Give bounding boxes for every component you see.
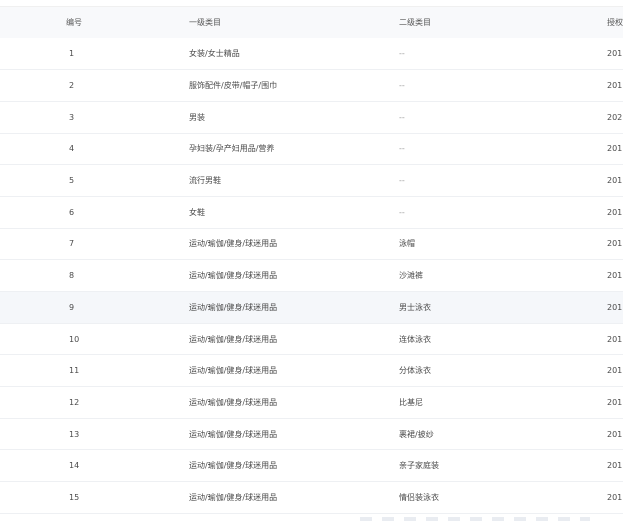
cell-level2-category: 裹裙/披纱: [399, 429, 434, 439]
table-row[interactable]: 15 运动/瑜伽/健身/球迷用品 情侣装泳衣 201: [0, 482, 623, 514]
cell-level2-category: --: [399, 144, 405, 154]
cell-level2-category: 沙滩裤: [399, 271, 423, 281]
cell-id: 9: [69, 302, 75, 312]
table-row[interactable]: 1 女装/女士精品 -- 201: [0, 38, 623, 70]
table-row[interactable]: 5 流行男鞋 -- 201: [0, 165, 623, 197]
cell-level1-category: 女装/女士精品: [189, 49, 240, 59]
cell-authorization: 201: [607, 49, 623, 59]
cell-level2-category: 比基尼: [399, 397, 423, 407]
cell-level2-category: --: [399, 49, 405, 59]
cell-id: 7: [69, 239, 75, 249]
cell-level2-category: --: [399, 176, 405, 186]
cell-authorization: 201: [607, 334, 623, 344]
table-row[interactable]: 14 运动/瑜伽/健身/球迷用品 亲子家庭装 201: [0, 450, 623, 482]
cell-id: 10: [69, 334, 80, 344]
cell-id: 11: [69, 366, 80, 376]
cell-level2-category: --: [399, 112, 405, 122]
cell-level2-category: 分体泳衣: [399, 366, 431, 376]
cell-authorization: 201: [607, 144, 623, 154]
cell-authorization: 201: [607, 239, 623, 249]
cell-id: 15: [69, 492, 80, 502]
category-table: 编号 一级类目 二级类目 授权 1 女装/女士精品 -- 201 2 服饰配件/…: [0, 7, 623, 514]
cell-level1-category: 男装: [189, 112, 205, 122]
header-level2-category: 二级类目: [399, 18, 431, 27]
table-row[interactable]: 3 男装 -- 202: [0, 101, 623, 134]
table-row[interactable]: 2 服饰配件/皮带/帽子/围巾 -- 201: [0, 70, 623, 102]
cell-level2-category: 泳帽: [399, 239, 415, 249]
cell-authorization: 201: [607, 207, 623, 217]
cell-level2-category: 情侣装泳衣: [399, 492, 439, 502]
table-header-row: 编号 一级类目 二级类目 授权: [0, 7, 623, 38]
table-row[interactable]: 13 运动/瑜伽/健身/球迷用品 裹裙/披纱 201: [0, 418, 623, 450]
cell-level1-category: 服饰配件/皮带/帽子/围巾: [189, 81, 278, 91]
cell-level2-category: 男士泳衣: [399, 302, 431, 312]
table-row[interactable]: 6 女鞋 -- 201: [0, 196, 623, 229]
cell-level1-category: 运动/瑜伽/健身/球迷用品: [189, 302, 278, 312]
cell-id: 8: [69, 271, 75, 281]
cell-authorization: 201: [607, 302, 623, 312]
header-authorization: 授权: [607, 18, 623, 27]
cell-level1-category: 运动/瑜伽/健身/球迷用品: [189, 492, 278, 502]
cell-authorization: 201: [607, 366, 623, 376]
cell-id: 14: [69, 461, 80, 471]
cell-level1-category: 运动/瑜伽/健身/球迷用品: [189, 429, 278, 439]
category-table-container: 编号 一级类目 二级类目 授权 1 女装/女士精品 -- 201 2 服饰配件/…: [0, 0, 623, 514]
cell-level1-category: 运动/瑜伽/健身/球迷用品: [189, 271, 278, 281]
cell-id: 2: [69, 81, 75, 91]
cell-level2-category: 连体泳衣: [399, 334, 431, 344]
cell-id: 1: [69, 49, 75, 59]
cell-authorization: 201: [607, 397, 623, 407]
cell-level1-category: 运动/瑜伽/健身/球迷用品: [189, 239, 278, 249]
cell-level1-category: 运动/瑜伽/健身/球迷用品: [189, 397, 278, 407]
cell-level1-category: 运动/瑜伽/健身/球迷用品: [189, 461, 278, 471]
pagination-bar-partial: [360, 517, 590, 521]
cell-level2-category: 亲子家庭装: [399, 461, 439, 471]
cell-id: 4: [69, 144, 75, 154]
table-row-highlighted[interactable]: 9 运动/瑜伽/健身/球迷用品 男士泳衣 201: [0, 291, 623, 324]
cell-authorization: 201: [607, 429, 623, 439]
table-row[interactable]: 11 运动/瑜伽/健身/球迷用品 分体泳衣 201: [0, 355, 623, 387]
cell-id: 13: [69, 429, 80, 439]
cell-level1-category: 流行男鞋: [189, 176, 221, 186]
cell-authorization: 201: [607, 461, 623, 471]
cell-id: 12: [69, 397, 80, 407]
cell-level2-category: --: [399, 81, 405, 91]
table-header: 编号 一级类目 二级类目 授权: [0, 7, 623, 38]
header-level1-category: 一级类目: [189, 18, 221, 27]
header-id: 编号: [66, 18, 82, 27]
cell-id: 3: [69, 112, 75, 122]
table-row[interactable]: 8 运动/瑜伽/健身/球迷用品 沙滩裤 201: [0, 260, 623, 292]
cell-id: 5: [69, 176, 75, 186]
cell-id: 6: [69, 207, 75, 217]
cell-level2-category: --: [399, 207, 405, 217]
table-row[interactable]: 7 运动/瑜伽/健身/球迷用品 泳帽 201: [0, 228, 623, 260]
cell-authorization: 201: [607, 81, 623, 91]
cell-level1-category: 孕妇装/孕产妇用品/营养: [189, 144, 275, 154]
cell-authorization: 202: [607, 112, 623, 122]
table-top-edge: [0, 0, 623, 7]
cell-level1-category: 运动/瑜伽/健身/球迷用品: [189, 366, 278, 376]
table-row[interactable]: 4 孕妇装/孕产妇用品/营养 -- 201: [0, 133, 623, 165]
cell-authorization: 201: [607, 492, 623, 502]
cell-level1-category: 女鞋: [189, 207, 205, 217]
table-body: 1 女装/女士精品 -- 201 2 服饰配件/皮带/帽子/围巾 -- 201 …: [0, 38, 623, 514]
table-row[interactable]: 10 运动/瑜伽/健身/球迷用品 连体泳衣 201: [0, 323, 623, 355]
cell-level1-category: 运动/瑜伽/健身/球迷用品: [189, 334, 278, 344]
cell-authorization: 201: [607, 271, 623, 281]
table-row[interactable]: 12 运动/瑜伽/健身/球迷用品 比基尼 201: [0, 387, 623, 419]
cell-authorization: 201: [607, 176, 623, 186]
